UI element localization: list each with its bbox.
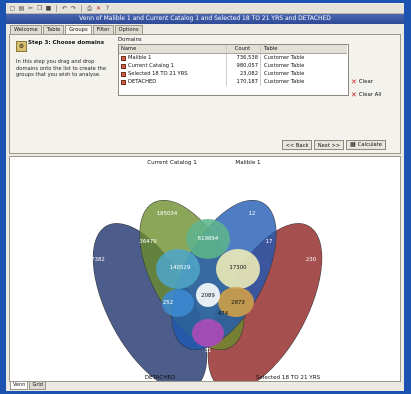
new-icon[interactable]: ▢ [9,5,16,12]
back-button[interactable]: << Back [282,140,312,150]
toolbar-divider [56,5,57,12]
undo-icon[interactable]: ↶ [61,5,68,12]
domain-table: Customer Table [264,79,305,85]
table-row[interactable]: DETACHED 170,187 Customer Table [119,78,347,86]
domain-icon [121,63,126,69]
domains-label: Domains [118,37,142,43]
venn-region-value: 17300 [229,265,247,271]
grid-header: Name Count Table [119,45,347,54]
domain-table: Customer Table [264,63,305,69]
venn-region-value: 619894 [198,236,219,242]
table-row[interactable]: Current Catalog 1 980,057 Customer Table [119,62,347,70]
next-button[interactable]: Next >> [314,140,344,150]
toolbar-divider [81,5,82,12]
domain-name: Current Catalog 1 [128,63,175,69]
calculate-icon: ▦ [350,141,356,148]
domain-count: 23,082 [227,70,261,78]
copy-icon[interactable]: ❐ [36,5,43,12]
domain-table: Customer Table [264,55,305,61]
table-row[interactable]: Selected 18 TO 21 YRS 23,082 Customer Ta… [119,70,347,78]
domain-table: Customer Table [264,71,305,77]
domain-name: DETACHED [128,79,157,85]
open-icon[interactable]: ▤ [18,5,25,12]
column-header-table[interactable]: Table [261,45,347,53]
venn-svg: 185034 12 7382 230 619894 36479 17 140529 17300 3… [91,160,323,391]
step-title: Step 3: Choose domains [28,40,105,46]
domain-name: Malible 1 [128,55,152,61]
domain-icon [121,55,126,61]
domain-icon [121,71,126,77]
venn-region-value: 2873 [231,300,245,306]
clear-icon: ✕ [351,77,357,86]
bottom-tab-bar: Venn Grid [10,382,47,390]
venn-region-value: 230 [306,257,317,263]
clear-all-label: Clear All [358,92,382,98]
domain-icon [121,79,126,85]
column-header-name[interactable]: Name [119,45,227,53]
venn-set-label: Malible 1 [235,160,261,166]
domain-count: 170,187 [227,78,261,86]
domain-count: 736,538 [227,54,261,62]
toolbar: ▢ ▤ ✂ ❐ ■ ↶ ↷ ⎙ ✕ ? [6,4,404,14]
venn-set-label: Current Catalog 1 [147,160,197,166]
venn-region-value: 17 [266,239,273,245]
venn-region-value: 31 [205,348,212,354]
venn-region-value: 12 [249,211,256,217]
domain-count: 980,057 [227,62,261,70]
venn-region-value: 140529 [170,265,191,271]
tab-welcome[interactable]: Welcome [10,25,42,34]
domains-grid[interactable]: Name Count Table Malible 1 736,538 Custo… [118,44,349,96]
venn-region-fill [192,319,224,347]
calculate-button[interactable]: ▦ Calculate [346,140,386,150]
venn-set-label: Selected 18 TO 21 YRS [256,375,321,381]
step-icon: ⚙ [16,41,27,52]
venn-region-value: 7382 [91,257,105,263]
tab-grid[interactable]: Grid [29,382,46,390]
tab-bar: Welcome Table Groups Filter Options [10,25,144,35]
venn-region-value: 474 [218,311,229,317]
delete-icon[interactable]: ✕ [95,5,102,12]
clear-label: Clear [358,79,373,85]
step-instructions: In this step you drag and drop domains o… [16,59,107,78]
venn-region-value: 36479 [139,239,157,245]
print-icon[interactable]: ⎙ [86,5,93,12]
clear-button[interactable]: ✕ Clear [351,77,397,87]
clear-all-button[interactable]: ✕ Clear All [351,90,397,100]
tab-venn[interactable]: Venn [10,382,29,390]
column-header-count[interactable]: Count [227,45,261,53]
venn-region-value: 252 [163,300,173,306]
window-title: Venn of Malible 1 and Current Catalog 1 … [6,14,404,24]
tab-options[interactable]: Options [114,25,143,34]
cut-icon[interactable]: ✂ [27,5,34,12]
venn-chart: 185034 12 7382 230 619894 36479 17 140529 17300 3… [9,156,401,391]
calculate-label: Calculate [357,142,382,148]
redo-icon[interactable]: ↷ [70,5,77,12]
tab-table[interactable]: Table [42,25,65,34]
venn-region-value: 2089 [201,293,215,299]
clear-all-icon: ✕ [351,90,357,99]
venn-region-value: 185034 [157,211,178,217]
table-row[interactable]: Malible 1 736,538 Customer Table [119,54,347,62]
domain-name: Selected 18 TO 21 YRS [128,71,188,77]
groups-panel: ⚙ Step 3: Choose domains In this step yo… [9,34,401,154]
help-icon[interactable]: ? [104,5,111,12]
tab-filter[interactable]: Filter [92,25,114,34]
save-icon[interactable]: ■ [45,5,52,12]
venn-set-label: DETACHED [145,375,176,381]
